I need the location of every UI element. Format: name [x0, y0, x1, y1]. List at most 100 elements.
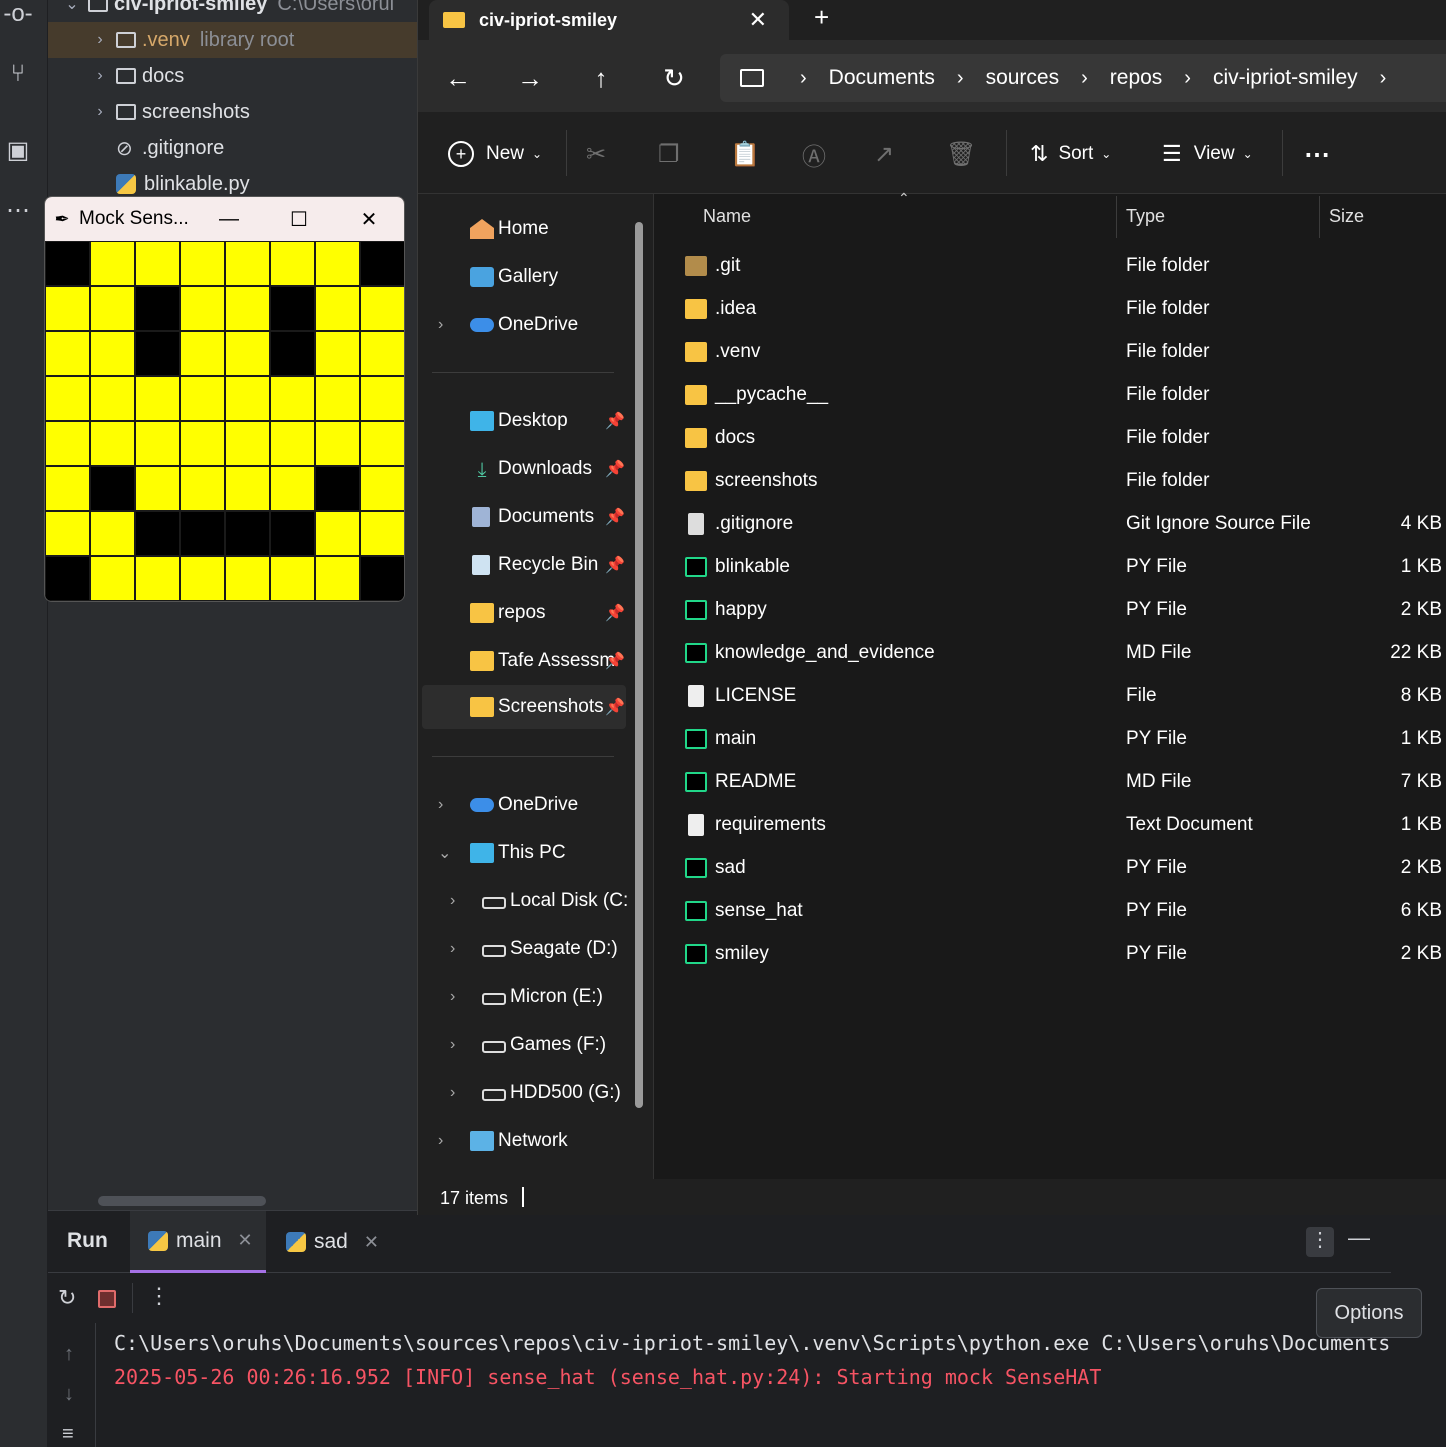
copy-icon[interactable]: ❐: [658, 134, 698, 174]
rename-icon[interactable]: Ⓐ: [802, 134, 842, 174]
column-header-size[interactable]: Size: [1329, 206, 1364, 227]
file-row[interactable]: .idea File folder: [654, 287, 1446, 330]
cut-icon[interactable]: ✂: [586, 134, 626, 174]
file-row[interactable]: screenshots File folder: [654, 459, 1446, 502]
file-row[interactable]: knowledge_and_evidence MD File 22 KB: [654, 631, 1446, 674]
forward-button[interactable]: →: [510, 58, 550, 98]
nav-drive-c[interactable]: › Local Disk (C:): [418, 879, 628, 923]
nav-network[interactable]: › Network: [418, 1119, 628, 1163]
share-icon[interactable]: ↗: [874, 134, 914, 174]
breadcrumb-current[interactable]: civ-ipriot-smiley: [1213, 66, 1358, 90]
nav-home[interactable]: Home: [418, 207, 628, 251]
nav-drive-f[interactable]: › Games (F:): [418, 1023, 628, 1067]
explorer-tab[interactable]: civ-ipriot-smiley ✕: [429, 0, 789, 40]
chevron-right-icon[interactable]: ›: [1380, 67, 1387, 90]
file-row[interactable]: .venv File folder: [654, 330, 1446, 373]
more-tools-icon[interactable]: ⋯: [0, 192, 36, 228]
pin-icon[interactable]: 📌: [605, 603, 625, 623]
nav-screenshots[interactable]: Screenshots 📌: [422, 685, 626, 729]
maximize-button[interactable]: ☐: [264, 207, 334, 232]
file-row[interactable]: docs File folder: [654, 416, 1446, 459]
back-button[interactable]: ←: [438, 58, 478, 98]
close-icon[interactable]: ✕: [749, 7, 767, 33]
nav-desktop[interactable]: Desktop 📌: [418, 399, 628, 443]
pull-requests-icon[interactable]: ⑂: [0, 56, 36, 92]
file-row[interactable]: main PY File 1 KB: [654, 717, 1446, 760]
nav-repos[interactable]: repos 📌: [418, 591, 628, 635]
delete-icon[interactable]: 🗑: [946, 134, 986, 174]
column-header-type[interactable]: Type: [1126, 206, 1165, 227]
nav-documents[interactable]: Documents 📌: [418, 495, 628, 539]
pin-icon[interactable]: 📌: [605, 507, 625, 527]
column-header-name[interactable]: Name: [703, 206, 751, 227]
soft-wrap-icon[interactable]: ≡: [62, 1423, 74, 1446]
view-button[interactable]: ☰ View ⌄: [1162, 134, 1253, 174]
file-row[interactable]: smiley PY File 2 KB: [654, 932, 1446, 975]
file-row[interactable]: __pycache__ File folder: [654, 373, 1446, 416]
file-row[interactable]: .git File folder: [654, 244, 1446, 287]
file-row[interactable]: sad PY File 2 KB: [654, 846, 1446, 889]
file-row[interactable]: happy PY File 2 KB: [654, 588, 1446, 631]
more-options-icon[interactable]: ⋮: [1306, 1227, 1334, 1257]
stop-icon[interactable]: [98, 1290, 116, 1308]
close-button[interactable]: ✕: [334, 207, 404, 232]
nav-gallery[interactable]: Gallery: [418, 255, 628, 299]
pin-icon[interactable]: 📌: [605, 555, 625, 575]
nav-tafe[interactable]: Tafe Assessm 📌: [418, 639, 628, 683]
up-button[interactable]: ↑: [581, 58, 621, 98]
chevron-right-icon[interactable]: ›: [90, 67, 110, 85]
chevron-right-icon[interactable]: ›: [90, 31, 110, 49]
chevron-right-icon[interactable]: ›: [438, 796, 443, 814]
nav-onedrive-2[interactable]: › OneDrive: [418, 783, 628, 827]
run-tab-main[interactable]: main ✕: [130, 1211, 266, 1273]
chevron-right-icon[interactable]: ›: [1184, 67, 1191, 90]
address-bar[interactable]: › Documents › sources › repos › civ-ipri…: [720, 54, 1446, 102]
chevron-right-icon[interactable]: ›: [1081, 67, 1088, 90]
tree-root[interactable]: ⌄ civ-ipriot-smiley C:\Users\orul: [48, 0, 418, 22]
chevron-right-icon[interactable]: ›: [450, 892, 455, 910]
chevron-down-icon[interactable]: ⌄: [438, 843, 451, 863]
file-row[interactable]: README MD File 7 KB: [654, 760, 1446, 803]
file-row[interactable]: requirements Text Document 1 KB: [654, 803, 1446, 846]
nav-scrollbar[interactable]: [635, 222, 643, 1108]
sort-button[interactable]: ⇅ Sort ⌄: [1030, 134, 1111, 174]
tree-item-screenshots[interactable]: › screenshots: [48, 94, 418, 130]
breadcrumb-repos[interactable]: repos: [1110, 66, 1163, 90]
nav-drive-d[interactable]: › Seagate (D:): [418, 927, 628, 971]
more-icon[interactable]: ⋮: [148, 1283, 170, 1309]
rerun-icon[interactable]: ↻: [58, 1285, 76, 1311]
pin-icon[interactable]: 📌: [605, 459, 625, 479]
chevron-right-icon[interactable]: ›: [450, 1036, 455, 1054]
column-divider[interactable]: [1116, 196, 1117, 238]
nav-recycle-bin[interactable]: Recycle Bin 📌: [418, 543, 628, 587]
pin-icon[interactable]: 📌: [605, 651, 625, 671]
chevron-right-icon[interactable]: ›: [800, 67, 807, 90]
tree-item-venv[interactable]: › .venv library root: [48, 22, 418, 58]
horizontal-scrollbar[interactable]: [98, 1196, 266, 1206]
pin-icon[interactable]: 📌: [605, 697, 625, 717]
run-tab-sad[interactable]: sad ✕: [286, 1211, 406, 1273]
chevron-right-icon[interactable]: ›: [438, 1132, 443, 1150]
new-button[interactable]: + New ⌄: [448, 134, 542, 174]
file-row[interactable]: blinkable PY File 1 KB: [654, 545, 1446, 588]
paste-icon[interactable]: 📋: [730, 134, 770, 174]
up-arrow-icon[interactable]: ↑: [64, 1343, 74, 1366]
close-icon[interactable]: ✕: [364, 1232, 379, 1253]
nav-drive-e[interactable]: › Micron (E:): [418, 975, 628, 1019]
chevron-right-icon[interactable]: ›: [90, 103, 110, 121]
mock-window-titlebar[interactable]: ✒ Mock Sens... — ☐ ✕: [45, 197, 404, 241]
commit-icon[interactable]: -o-: [0, 0, 36, 32]
see-more-icon[interactable]: ⋯: [1304, 134, 1330, 174]
chevron-right-icon[interactable]: ›: [450, 1084, 455, 1102]
nav-downloads[interactable]: ⤓ Downloads 📌: [418, 447, 628, 491]
structure-icon[interactable]: ▣: [0, 132, 36, 168]
new-tab-button[interactable]: +: [814, 2, 829, 33]
chevron-right-icon[interactable]: ›: [450, 988, 455, 1006]
breadcrumb-documents[interactable]: Documents: [829, 66, 935, 90]
minimize-icon[interactable]: —: [1348, 1225, 1370, 1251]
chevron-right-icon[interactable]: ›: [957, 67, 964, 90]
column-divider[interactable]: [1319, 196, 1320, 238]
file-row[interactable]: LICENSE File 8 KB: [654, 674, 1446, 717]
minimize-button[interactable]: —: [194, 208, 264, 231]
nav-onedrive[interactable]: › OneDrive: [418, 303, 628, 347]
